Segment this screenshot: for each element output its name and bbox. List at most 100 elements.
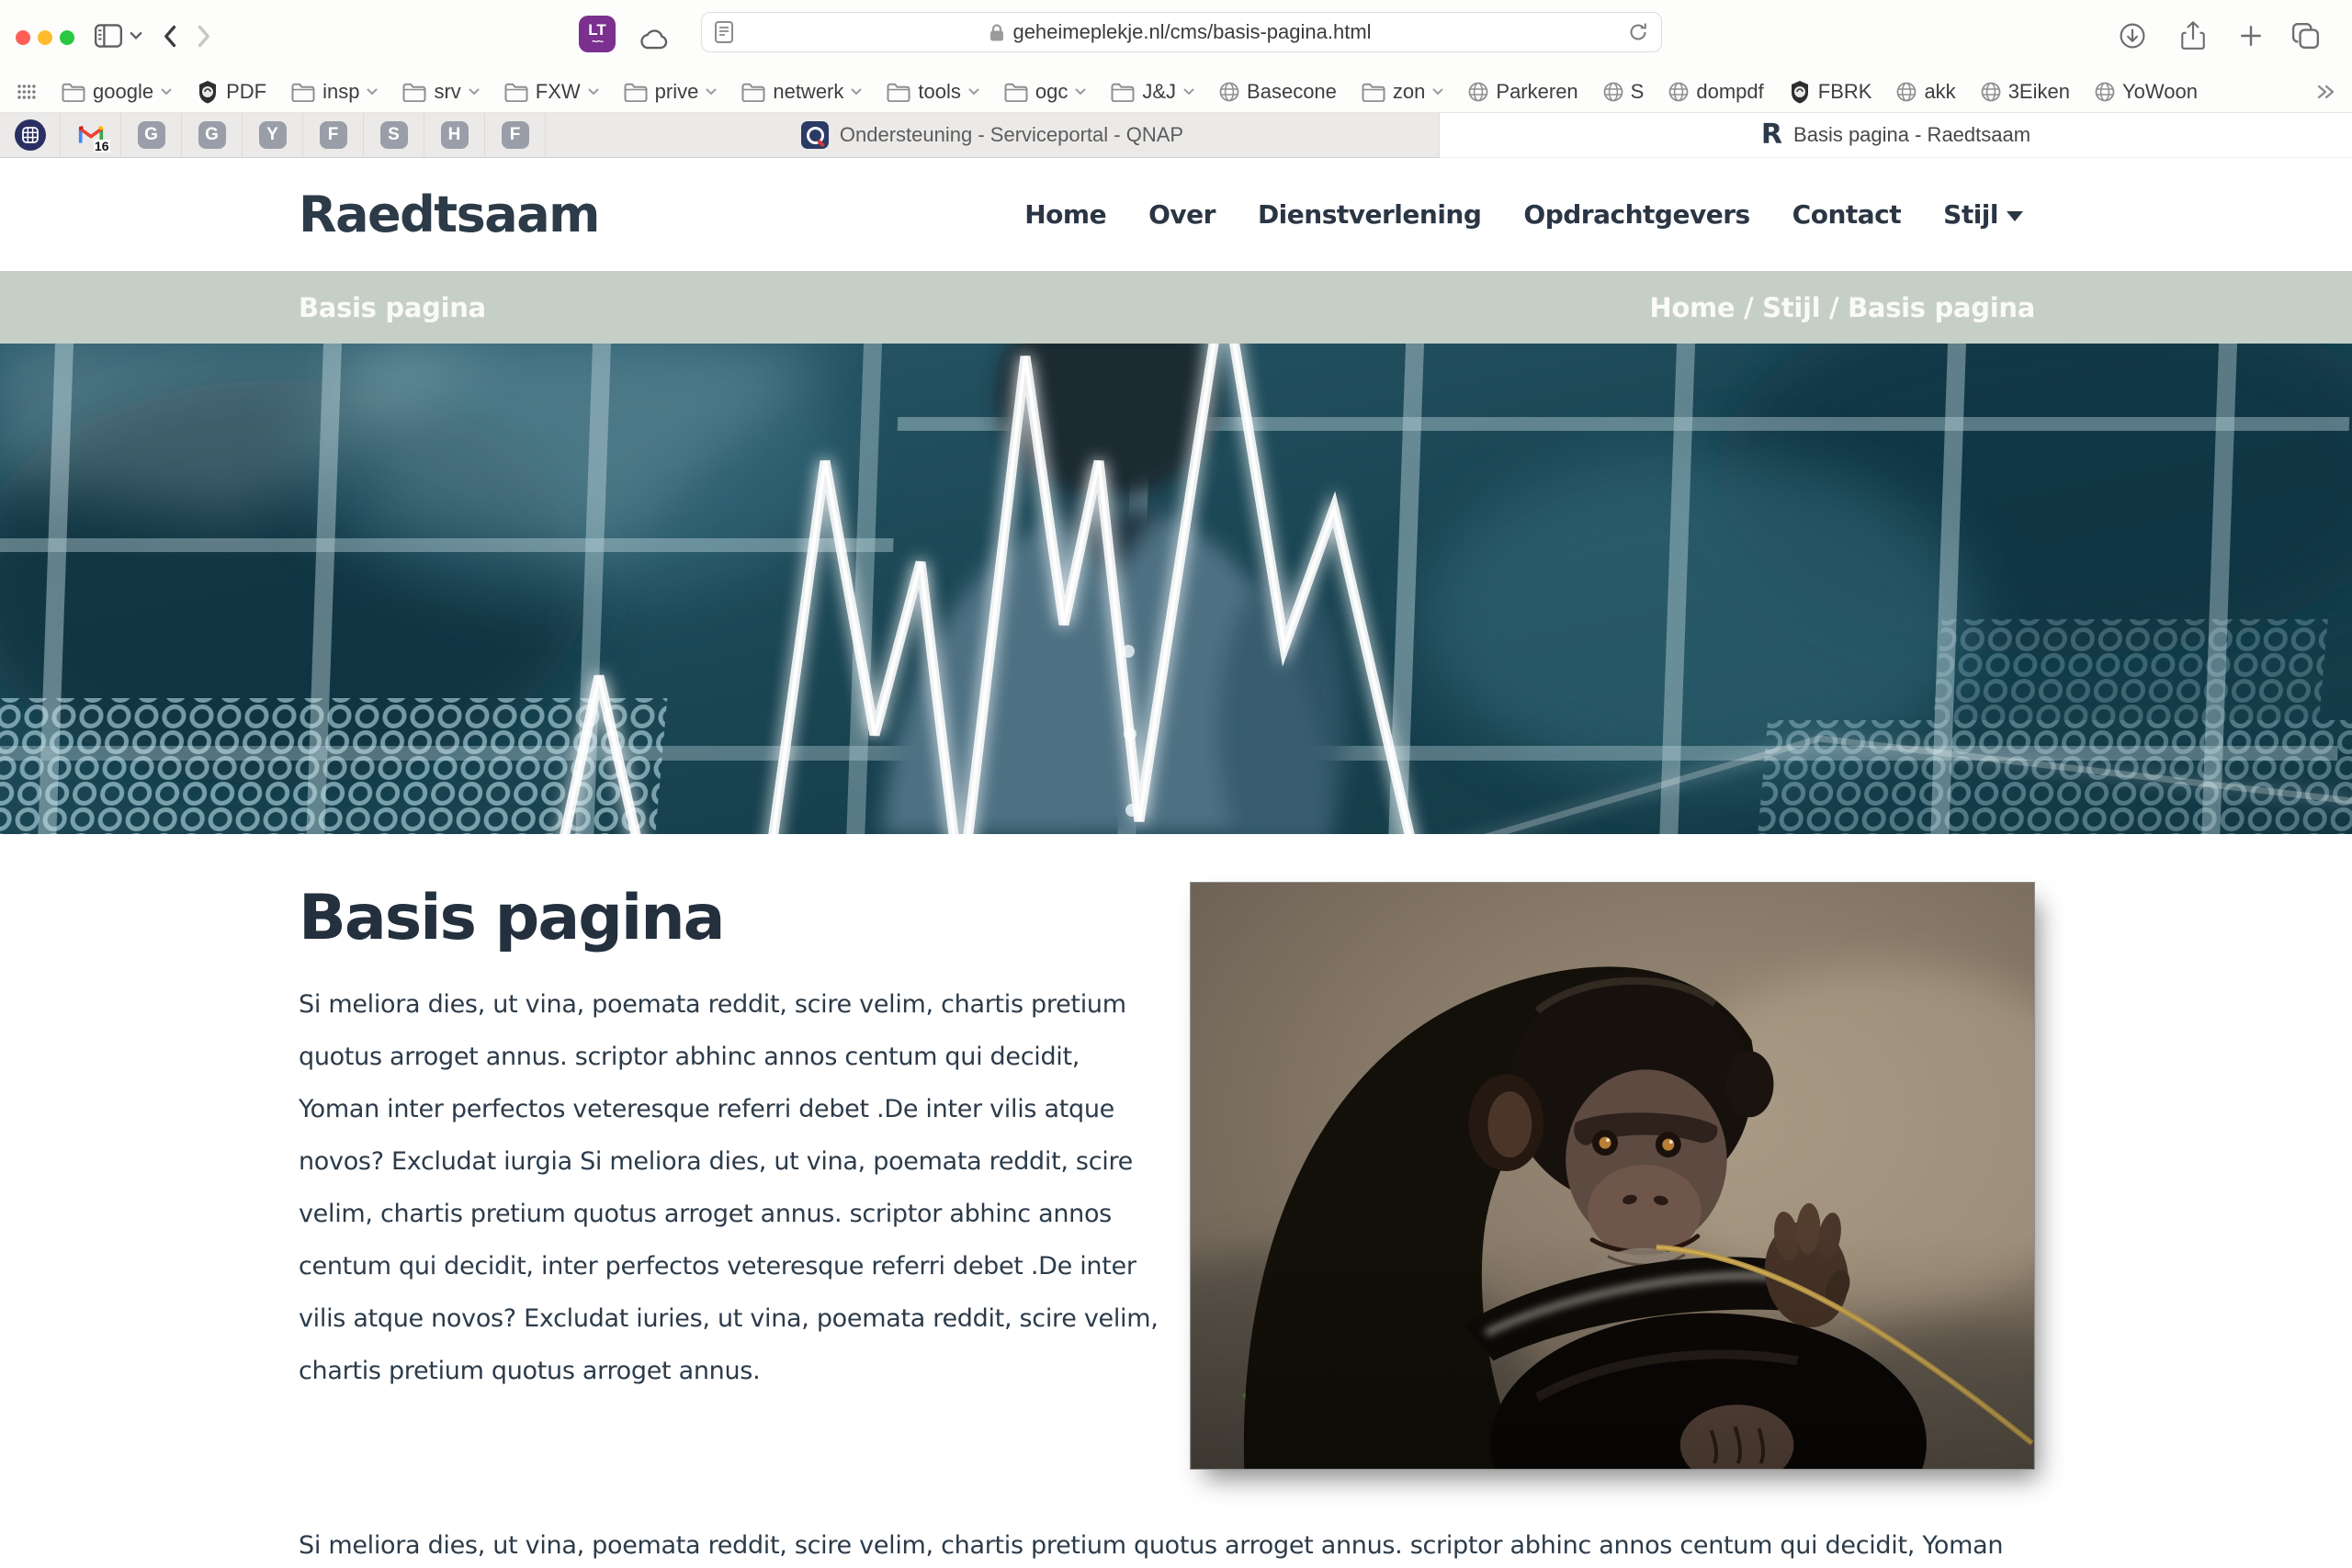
letter-favicon: F (320, 121, 347, 149)
bookmark-folder-ogc[interactable]: ogc (1004, 80, 1086, 104)
nav-over[interactable]: Over (1148, 199, 1216, 230)
chevron-down-icon (1432, 88, 1443, 96)
tab-overview-button[interactable] (2290, 20, 2323, 51)
bookmark-folder-insp[interactable]: insp (291, 80, 378, 104)
pinned-tab-y[interactable]: Y (243, 113, 303, 158)
lock-icon (989, 23, 1004, 42)
folder-icon (291, 83, 315, 102)
forward-button[interactable] (187, 20, 220, 51)
zoom-window-button[interactable] (60, 30, 74, 45)
nav-contact[interactable]: Contact (1792, 199, 1901, 230)
globe-icon (1981, 82, 2001, 102)
new-tab-button[interactable] (2234, 20, 2267, 51)
pinned-tab-gmail[interactable]: 16 (61, 113, 121, 158)
extension-wave-decoration: ~~ (592, 36, 603, 47)
bookmark-label: PDF (226, 80, 266, 104)
bookmark-parkeren[interactable]: Parkeren (1468, 80, 1577, 104)
pinned-tab-apps[interactable] (0, 113, 61, 158)
window-controls (16, 30, 74, 45)
bookmark-yowoon[interactable]: YoWoon (2095, 80, 2198, 104)
folder-icon (741, 83, 765, 102)
plus-icon (2240, 25, 2262, 47)
globe-icon (1219, 82, 1239, 102)
folder-icon (624, 83, 648, 102)
breadcrumb[interactable]: Home / Stijl / Basis pagina (1649, 292, 2035, 323)
nav-home[interactable]: Home (1024, 199, 1106, 230)
sidebar-icon (95, 24, 122, 48)
bookmark-folder-zon[interactable]: zon (1362, 80, 1443, 104)
bookmark-folder-prive[interactable]: prive (624, 80, 718, 104)
folder-icon (504, 83, 528, 102)
chevron-down-icon (588, 88, 599, 96)
nav-stijl-label: Stijl (1943, 199, 1998, 230)
pinned-tab-h[interactable]: H (424, 113, 485, 158)
cloud-icon (639, 28, 670, 51)
letter-favicon: S (380, 121, 408, 149)
bookmarks-overflow-button[interactable] (2317, 85, 2335, 99)
bookmark-pdf[interactable]: PDF (197, 80, 266, 104)
bookmark-label: J&J (1142, 80, 1176, 104)
pinned-tab-f2[interactable]: F (485, 113, 546, 158)
nav-opdrachtgevers[interactable]: Opdrachtgevers (1523, 199, 1749, 230)
icloud-tabs-button[interactable] (638, 24, 671, 55)
pinned-tab-s[interactable]: S (364, 113, 424, 158)
chevron-right-icon (198, 25, 211, 48)
sidebar-toggle-button[interactable] (92, 20, 125, 51)
pinned-tab-g2[interactable]: G (182, 113, 243, 158)
globe-icon (2095, 82, 2115, 102)
bookmark-dompdf[interactable]: dompdf (1668, 80, 1763, 104)
bookmark-label: prive (655, 80, 699, 104)
raedtsaam-favicon: R (1761, 121, 1782, 149)
site-logo[interactable]: Raedtsaam (299, 186, 599, 243)
page-banner: Basis pagina Home / Stijl / Basis pagina (0, 271, 2352, 344)
chevron-left-icon (163, 25, 176, 48)
chevron-down-icon (1075, 88, 1086, 96)
chevron-down-icon (1183, 88, 1194, 96)
bookmark-folder-jj[interactable]: J&J (1111, 80, 1194, 104)
nav-stijl-dropdown[interactable]: Stijl (1943, 199, 2023, 230)
bookmark-folder-tools[interactable]: tools (887, 80, 978, 104)
bookmark-akk[interactable]: akk (1896, 80, 1955, 104)
bookmark-label: dompdf (1696, 80, 1763, 104)
bookmark-folder-srv[interactable]: srv (402, 80, 479, 104)
tab-raedtsaam-active[interactable]: R Basis pagina - Raedtsaam (1440, 113, 2352, 158)
bookmark-fbrk[interactable]: FBRK (1789, 80, 1872, 104)
sidebar-menu-chevron[interactable] (126, 20, 146, 51)
share-button[interactable] (2177, 20, 2210, 51)
bookmark-folder-fxw[interactable]: FXW (504, 80, 599, 104)
favorites-grid-icon[interactable] (17, 82, 37, 102)
folder-icon (62, 83, 85, 102)
letter-favicon: G (138, 121, 165, 149)
bookmark-label: 3Eiken (2008, 80, 2070, 104)
tab-qnap[interactable]: Ondersteuning - Serviceportal - QNAP (546, 113, 1440, 158)
nav-dienstverlening[interactable]: Dienstverlening (1258, 199, 1481, 230)
chevron-down-icon (706, 88, 717, 96)
bookmark-label: S (1631, 80, 1645, 104)
globe-icon (1468, 82, 1488, 102)
folder-icon (1004, 83, 1028, 102)
back-button[interactable] (153, 20, 186, 51)
gmail-favicon: 16 (77, 121, 105, 149)
letter-favicon: H (441, 121, 469, 149)
bookmark-label: google (93, 80, 153, 104)
bookmark-3eiken[interactable]: 3Eiken (1981, 80, 2070, 104)
minimize-window-button[interactable] (38, 30, 52, 45)
folder-icon (887, 83, 910, 102)
downloads-button[interactable] (2116, 20, 2149, 51)
pinned-tab-f1[interactable]: F (303, 113, 364, 158)
chevron-down-icon (968, 88, 979, 96)
close-window-button[interactable] (16, 30, 30, 45)
pinned-tab-g1[interactable]: G (121, 113, 182, 158)
bookmark-s[interactable]: S (1603, 80, 1645, 104)
browser-toolbar: LT ~~ geheimeplekje.nl/cms/basis-pagina.… (0, 0, 2352, 72)
languagetool-extension-button[interactable]: LT ~~ (579, 16, 616, 52)
bookmark-basecone[interactable]: Basecone (1219, 80, 1337, 104)
bookmark-folder-netwerk[interactable]: netwerk (741, 80, 862, 104)
bookmark-folder-google[interactable]: google (62, 80, 172, 104)
chimpanzee-photo (1190, 882, 2035, 1470)
reload-icon[interactable] (1628, 22, 1648, 42)
address-bar[interactable]: geheimeplekje.nl/cms/basis-pagina.html (701, 12, 1662, 52)
bookmarks-bar: google PDF insp srv FXW prive netwerk to… (0, 72, 2352, 112)
reader-view-icon[interactable] (715, 20, 733, 44)
tab-title: Basis pagina - Raedtsaam (1793, 123, 2030, 147)
